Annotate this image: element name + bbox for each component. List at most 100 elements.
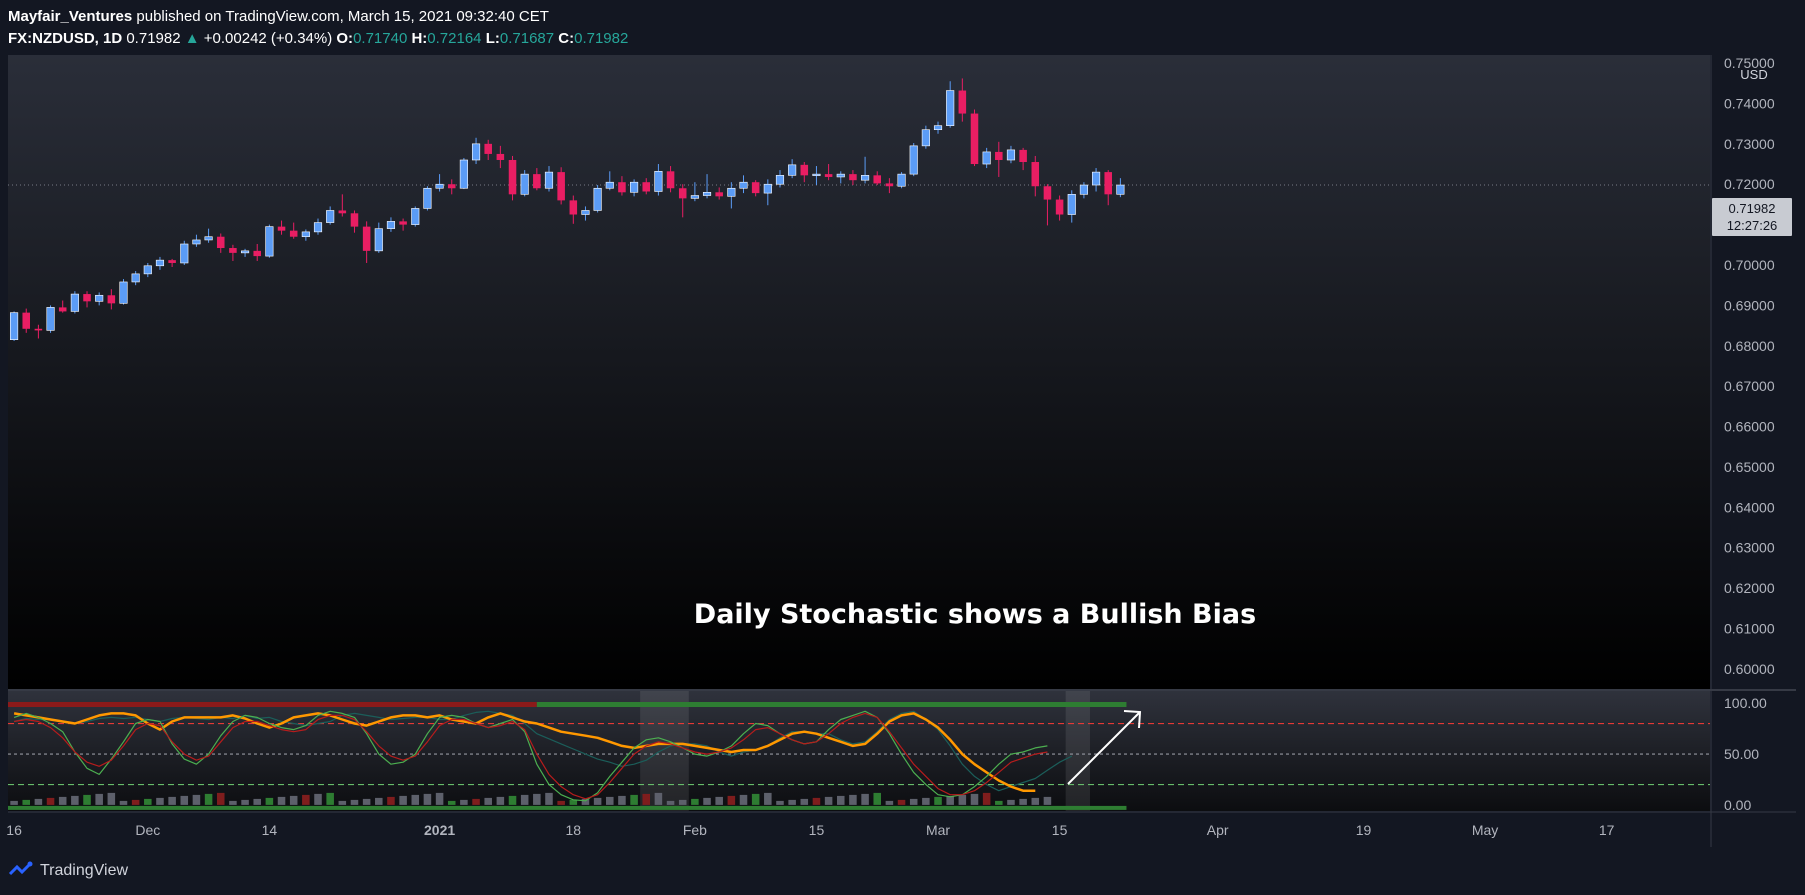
candle-body: [1006, 149, 1016, 161]
candle-body: [46, 307, 55, 331]
price-tick-label: 0.74000: [1724, 95, 1775, 111]
candle-body: [229, 248, 237, 253]
candle-body: [131, 273, 140, 283]
main-pane-bg: [8, 55, 1710, 689]
last-price-tag: 0.71982 12:27:26: [1712, 198, 1792, 236]
price-tick-label: 0.73000: [1724, 136, 1775, 152]
histogram-bar: [569, 799, 578, 805]
currency-label: USD: [1740, 67, 1767, 82]
candle-body: [83, 294, 91, 302]
histogram-bar: [375, 797, 383, 805]
candle-body: [593, 187, 602, 211]
candle-body: [897, 173, 906, 187]
histogram-bar: [508, 795, 517, 805]
histogram-bar: [338, 800, 347, 805]
histogram-bar: [1007, 799, 1015, 805]
price-tick-label: 0.72000: [1724, 176, 1775, 192]
footer-brand[interactable]: TradingView: [8, 859, 128, 883]
histogram-bar: [606, 796, 614, 805]
histogram-bar: [739, 794, 748, 805]
highlight-zone: [1065, 691, 1090, 811]
candle-body: [1031, 162, 1040, 187]
author-name[interactable]: Mayfair_Ventures: [8, 8, 132, 25]
histogram-bar: [642, 793, 651, 805]
price-tick-label: 0.66000: [1724, 419, 1775, 435]
histogram-bar: [447, 800, 456, 805]
histogram-bar: [545, 792, 553, 805]
candle-body: [1019, 149, 1027, 163]
histogram-bar: [691, 798, 699, 805]
candle-body: [666, 171, 675, 189]
candle-body: [885, 183, 894, 187]
candle-body: [313, 222, 323, 233]
histogram-bar: [144, 798, 152, 805]
candle-body: [95, 294, 104, 302]
price-tick-label: 0.69000: [1724, 297, 1775, 313]
price-tick-label: 0.60000: [1724, 661, 1775, 677]
histogram-bar: [107, 792, 116, 805]
histogram-bar: [630, 794, 638, 805]
candle-body: [58, 307, 67, 312]
candle-body: [544, 171, 554, 189]
histogram-bar: [289, 795, 298, 805]
ohlc-line: FX:NZDUSD, 1D 0.71982 ▲ +0.00242 (+0.34%…: [8, 28, 628, 50]
histogram-bar: [703, 797, 711, 805]
candle-body: [642, 182, 651, 192]
histogram-bar: [824, 796, 833, 805]
last-price-tag-price: 0.71982: [1729, 201, 1776, 216]
candle-body: [265, 226, 274, 257]
candle-body: [1055, 199, 1064, 215]
candle-body: [569, 200, 578, 215]
publish-line: Mayfair_Ventures published on TradingVie…: [8, 6, 628, 28]
candle-body: [861, 175, 870, 181]
indicator-tick-label: 50.00: [1724, 746, 1759, 762]
time-tick-label: Feb: [683, 822, 707, 838]
candle-body: [520, 173, 529, 195]
histogram-bar: [180, 795, 189, 805]
last-price-tag-countdown: 12:27:26: [1727, 218, 1778, 233]
candle-body: [22, 312, 31, 329]
candle-body: [180, 243, 189, 264]
histogram-bar: [970, 793, 979, 805]
histogram-bar: [204, 793, 213, 805]
histogram-bar: [1043, 796, 1052, 805]
histogram-bar: [533, 793, 541, 805]
candle-body: [824, 174, 833, 177]
candle-body: [301, 231, 310, 238]
candle-body: [34, 328, 43, 331]
candle-body: [849, 174, 857, 181]
histogram-bar: [982, 792, 991, 805]
histogram-bar: [265, 797, 274, 805]
candle-body: [1067, 194, 1076, 215]
histogram-bar: [22, 799, 31, 805]
histogram-bar: [131, 799, 140, 805]
change-value: +0.00242 (+0.34%): [203, 30, 333, 47]
low-value: 0.71687: [499, 30, 555, 47]
candle-body: [496, 153, 505, 160]
candle-body: [873, 175, 882, 184]
candle-body: [690, 195, 699, 199]
histogram-bar: [1031, 797, 1040, 805]
symbol-label[interactable]: FX:NZDUSD, 1D: [8, 30, 122, 47]
candle-body: [557, 172, 565, 201]
histogram-bar: [423, 793, 432, 805]
candle-body: [605, 181, 614, 189]
candle-body: [253, 250, 261, 257]
indicator-pane-bg: [8, 691, 1710, 811]
histogram-bar: [873, 792, 882, 805]
histogram-bar: [362, 798, 371, 805]
histogram-bar: [812, 797, 821, 805]
high-value: 0.72164: [427, 30, 482, 47]
histogram-bar: [897, 799, 906, 805]
candle-body: [192, 239, 201, 245]
histogram-bar: [277, 796, 286, 805]
up-arrow-icon: ▲: [184, 30, 200, 47]
histogram-bar: [411, 794, 420, 805]
candle-body: [775, 175, 785, 185]
histogram-bar: [593, 797, 602, 805]
candle-body: [836, 173, 845, 178]
candle-body: [435, 183, 444, 189]
histogram-bar: [83, 794, 91, 805]
candle-body: [678, 188, 687, 199]
time-tick-label: 2021: [424, 822, 455, 838]
